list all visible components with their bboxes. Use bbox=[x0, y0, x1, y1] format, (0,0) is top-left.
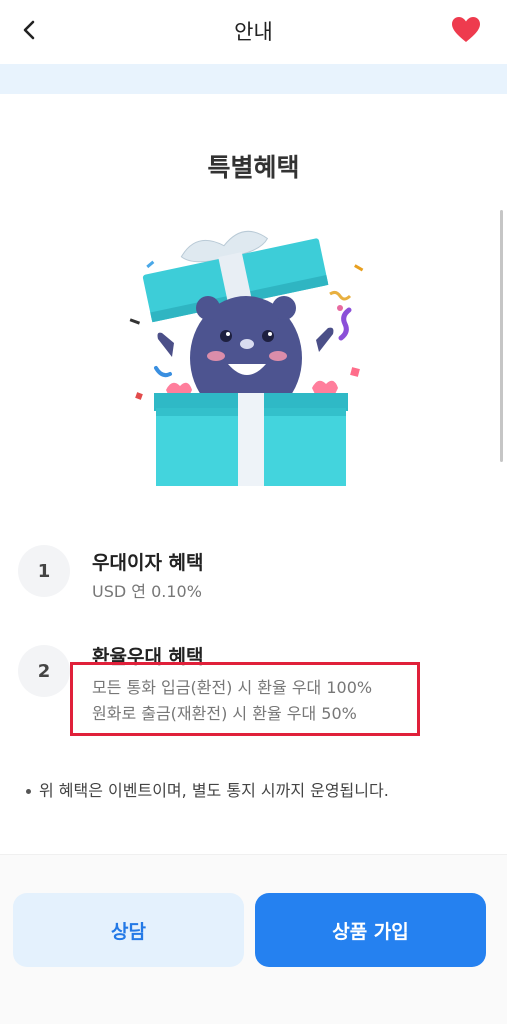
notice-text: 위 혜택은 이벤트이며, 별도 통지 시까지 운영됩니다. bbox=[26, 777, 389, 801]
confetti-piece bbox=[354, 264, 364, 272]
consult-button[interactable]: 상담 bbox=[13, 893, 244, 967]
section-title: 특별혜택 bbox=[207, 153, 300, 182]
join-product-button[interactable]: 상품 가입 bbox=[255, 893, 486, 967]
notice-text-content: 위 혜택은 이벤트이며, 별도 통지 시까지 운영됩니다. bbox=[39, 781, 389, 800]
scrollbar[interactable] bbox=[500, 210, 503, 462]
benefit-title: 우대이자 혜택 bbox=[92, 552, 204, 574]
confetti-piece bbox=[135, 392, 143, 400]
confetti-piece bbox=[146, 260, 155, 269]
heart-icon bbox=[452, 17, 480, 42]
gift-box-bear-illustration bbox=[129, 230, 364, 486]
highlight-annotation-box bbox=[70, 662, 420, 736]
confetti-piece bbox=[337, 305, 343, 311]
top-app-bar: 안내 bbox=[0, 0, 507, 62]
confetti-ribbon bbox=[154, 366, 172, 378]
benefit-number-badge: 2 bbox=[18, 645, 70, 697]
benefit-description: USD 연 0.10% bbox=[92, 582, 202, 601]
confetti-piece bbox=[350, 367, 360, 377]
favorite-button[interactable] bbox=[451, 16, 481, 44]
confetti-ribbon bbox=[329, 290, 352, 301]
bullet-icon bbox=[26, 789, 31, 794]
info-banner-strip bbox=[0, 64, 507, 94]
gift-box bbox=[154, 393, 348, 486]
benefit-number-badge: 1 bbox=[18, 545, 70, 597]
confetti-piece bbox=[129, 318, 141, 325]
page-title: 안내 bbox=[234, 20, 273, 44]
confetti-ribbon bbox=[338, 307, 352, 341]
